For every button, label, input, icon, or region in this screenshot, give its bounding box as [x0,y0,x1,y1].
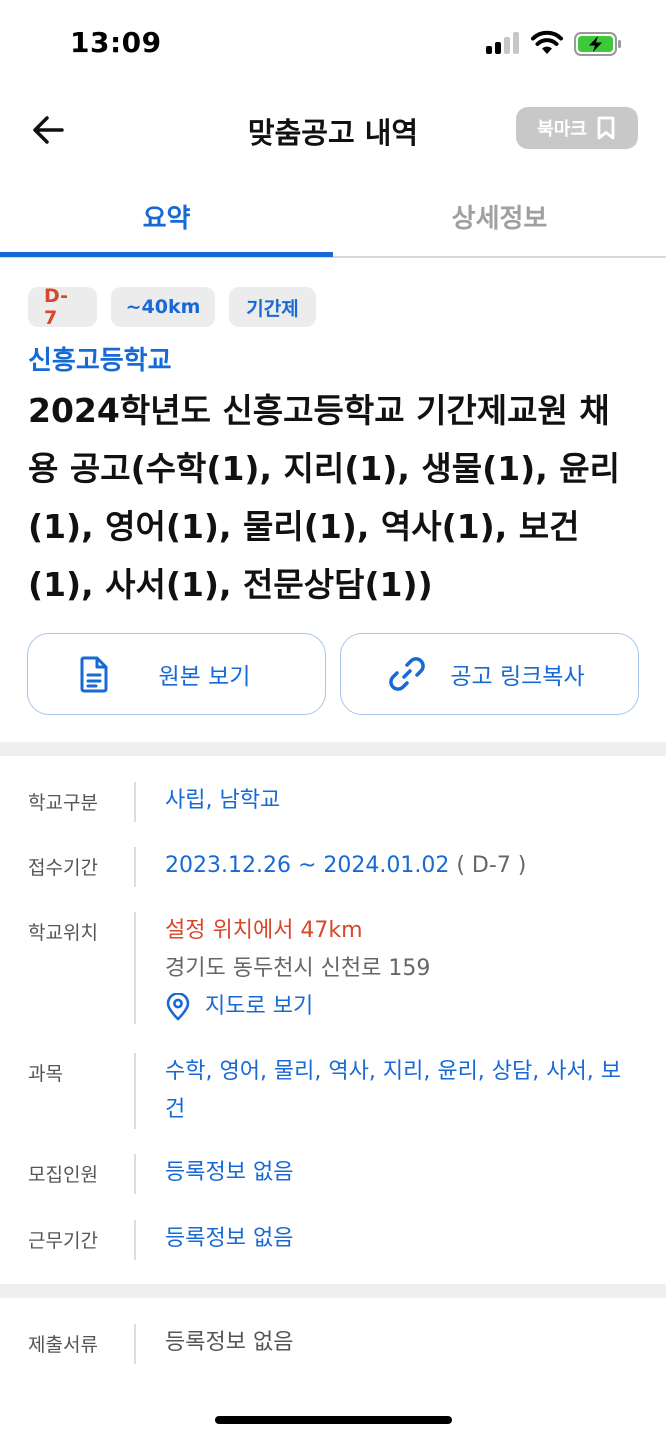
post-title: 2024학년도 신흥고등학교 기간제교원 채용 공고(수학(1), 지리(1),… [28,391,620,604]
home-indicator [215,1416,452,1424]
location-label: 학교위치 [28,922,98,944]
bookmark-label: 북마크 [537,119,587,140]
battery-charging-icon [574,32,621,56]
section-divider [0,742,666,756]
copy-link-label: 공고 링크복사 [450,664,585,690]
view-original-label: 원본 보기 [158,664,251,690]
tab-active-indicator [0,252,333,257]
location-value: 설정 위치에서 47km 경기도 동두천시 신천로 159 지도로 보기 [165,912,635,1026]
employment-type-chip: 기간제 [229,287,316,327]
period-value: 2023.12.26 ~ 2024.01.02 [165,853,450,878]
school-name: 신흥고등학교 [28,346,172,376]
tab-bar: 요약 상세정보 [0,176,666,258]
view-map-label: 지도로 보기 [205,994,314,1019]
bookmark-button[interactable]: 북마크 [516,107,638,149]
view-original-button[interactable]: 원본 보기 [27,633,326,715]
recruit-label: 모집인원 [28,1164,98,1186]
tag-chips: D-7 ~40km 기간제 [28,285,316,329]
subject-value: 수학, 영어, 물리, 역사, 지리, 윤리, 상담, 사서, 보건 [165,1059,621,1122]
period-dday: ( D-7 ) [456,853,527,878]
tab-summary[interactable]: 요약 [0,176,333,256]
copy-link-button[interactable]: 공고 링크복사 [340,633,639,715]
work-period-label: 근무기간 [28,1230,98,1252]
recruit-value: 등록정보 없음 [165,1160,294,1185]
distance-chip: ~40km [111,287,215,327]
documents-value: 등록정보 없음 [165,1330,294,1355]
location-distance: 설정 위치에서 47km [165,918,363,943]
row-divider [134,1220,136,1260]
status-time: 13:09 [70,26,162,59]
tab-summary-label: 요약 [142,203,191,234]
tab-detail[interactable]: 상세정보 [333,176,666,256]
wifi-icon [531,30,563,54]
location-address: 경기도 동두천시 신천로 159 [165,956,431,981]
documents-label: 제출서류 [28,1334,98,1356]
status-bar: 13:09 [0,0,666,90]
location-pin-icon [166,993,190,1021]
row-divider [134,1053,136,1129]
dday-chip: D-7 [28,285,97,329]
subject-label: 과목 [28,1063,63,1085]
work-period-value: 등록정보 없음 [165,1226,294,1251]
row-divider [134,1324,136,1364]
row-divider [134,847,136,887]
row-divider [134,1154,136,1194]
period-value-wrap: 2023.12.26 ~ 2024.01.02 ( D-7 ) [165,847,635,885]
tab-detail-label: 상세정보 [451,203,548,234]
period-label: 접수기간 [28,857,98,879]
nav-bar: 맞춤공고 내역 북마크 [0,90,666,174]
row-divider [134,782,136,822]
bookmark-icon [597,116,615,140]
section-divider [0,1284,666,1298]
view-map-link[interactable]: 지도로 보기 [165,988,635,1026]
school-type-label: 학교구분 [28,792,98,814]
cellular-signal-icon [486,32,520,54]
school-type-value: 사립, 남학교 [165,788,281,813]
row-divider [134,912,136,1024]
